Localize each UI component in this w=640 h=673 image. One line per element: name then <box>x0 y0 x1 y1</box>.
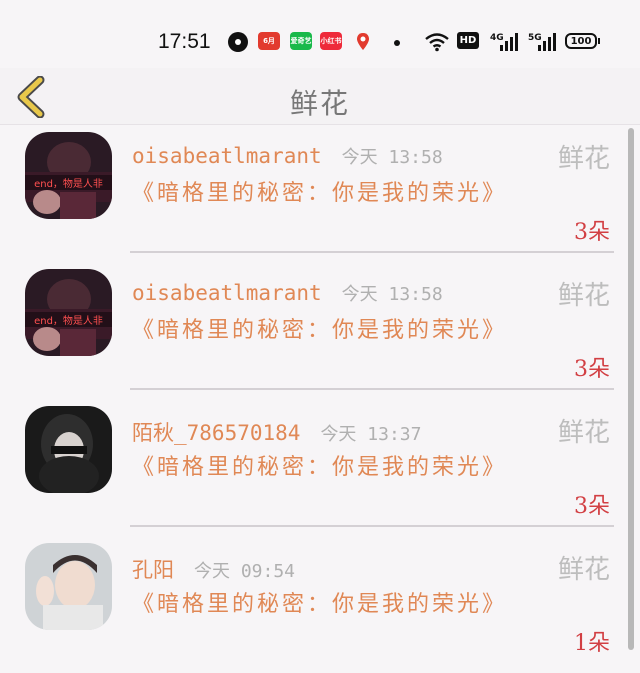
flower-gift-label: 鲜花 <box>557 144 610 174</box>
flower-gift-label: 鲜花 <box>557 281 610 311</box>
divider <box>130 388 614 390</box>
iqiyi-icon: 爱奇艺 <box>290 32 312 50</box>
book-title[interactable]: 《暗格里的秘密：你是我的荣光》 <box>132 449 522 486</box>
list-item[interactable]: end，物是人非 oisabeatlmarant 今天 13:58 鲜花 《暗格… <box>0 125 640 262</box>
xiaohongshu-icon: 小红书 <box>320 32 342 50</box>
username[interactable]: oisabeatlmarant <box>132 281 322 305</box>
name-row: oisabeatlmarant 今天 13:58 <box>132 280 443 310</box>
scrollbar[interactable] <box>628 128 634 650</box>
page-header: 鲜花 <box>0 68 640 125</box>
avatar[interactable]: end，物是人非 <box>25 132 112 219</box>
username[interactable]: 陌秋_786570184 <box>132 417 300 447</box>
name-row: 孔阳 今天 09:54 <box>132 554 295 584</box>
signal-strength-icon <box>538 31 556 51</box>
page-title: 鲜花 <box>289 87 350 120</box>
list-item[interactable]: 孔阳 今天 09:54 鲜花 《暗格里的秘密：你是我的荣光》 1朵 <box>0 536 640 673</box>
flower-count: 3朵 <box>574 357 610 382</box>
avatar-caption: end，物是人非 <box>25 175 112 190</box>
divider <box>130 251 614 253</box>
hd-voice-icon: HD <box>457 32 479 49</box>
book-title[interactable]: 《暗格里的秘密：你是我的荣光》 <box>132 312 522 349</box>
notification-dot-icon <box>394 40 400 46</box>
avatar[interactable] <box>25 406 112 493</box>
username[interactable]: oisabeatlmarant <box>132 144 322 168</box>
timestamp: 今天 09:54 <box>194 561 296 582</box>
timestamp: 今天 13:58 <box>341 284 443 305</box>
list-item[interactable]: 陌秋_786570184 今天 13:37 鲜花 《暗格里的秘密：你是我的荣光》… <box>0 399 640 536</box>
name-row: 陌秋_786570184 今天 13:37 <box>132 417 421 447</box>
flower-count: 3朵 <box>574 494 610 519</box>
name-row: oisabeatlmarant 今天 13:58 <box>132 143 443 173</box>
signal-strength-icon <box>500 31 518 51</box>
location-app-icon <box>354 32 372 52</box>
book-title[interactable]: 《暗格里的秘密：你是我的荣光》 <box>132 586 522 623</box>
book-title[interactable]: 《暗格里的秘密：你是我的荣光》 <box>132 175 522 212</box>
status-bar: 17:51 6月 爱奇艺 小红书 HD 4G 5G 100 <box>0 0 640 68</box>
calendar-app-icon: 6月 <box>258 32 280 50</box>
flower-count: 3朵 <box>574 220 610 245</box>
wifi-icon <box>424 32 450 52</box>
avatar-caption: end，物是人非 <box>25 312 112 327</box>
timestamp: 今天 13:58 <box>341 147 443 168</box>
flower-count: 1朵 <box>574 631 610 656</box>
flower-gift-label: 鲜花 <box>557 555 610 585</box>
flower-gift-label: 鲜花 <box>557 418 610 448</box>
status-time: 17:51 <box>158 30 211 53</box>
divider <box>130 525 614 527</box>
flower-gift-list: end，物是人非 oisabeatlmarant 今天 13:58 鲜花 《暗格… <box>0 125 640 657</box>
avatar[interactable]: end，物是人非 <box>25 269 112 356</box>
list-item[interactable]: end，物是人非 oisabeatlmarant 今天 13:58 鲜花 《暗格… <box>0 262 640 399</box>
quark-browser-icon <box>228 32 248 52</box>
battery-level: 100 <box>570 35 592 47</box>
battery-icon: 100 <box>565 33 597 49</box>
battery-tip <box>598 38 600 44</box>
timestamp: 今天 13:37 <box>320 424 422 445</box>
username[interactable]: 孔阳 <box>132 554 174 584</box>
avatar[interactable] <box>25 543 112 630</box>
